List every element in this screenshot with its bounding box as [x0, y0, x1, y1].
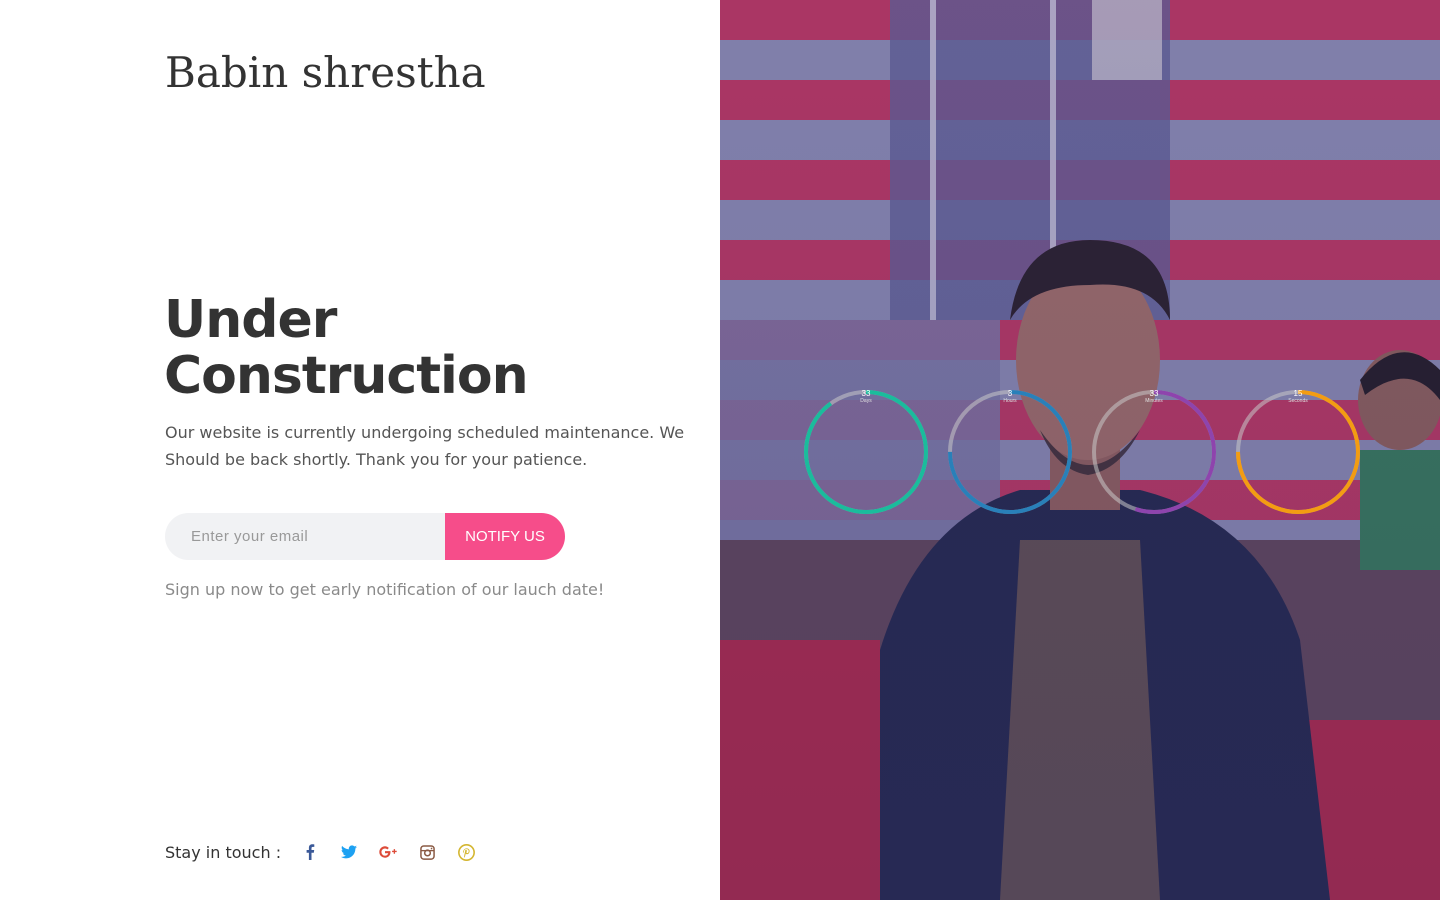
- social-label: Stay in touch :: [165, 842, 282, 862]
- title-line-2: Construction: [164, 346, 529, 406]
- countdown-minutes: 33 Minutes: [1090, 388, 1218, 516]
- facebook-icon: [306, 844, 315, 860]
- instagram-icon: [419, 844, 435, 860]
- hero-photo: 33 Days 3 Hours 33 Minutes 15 Seconds: [720, 0, 1440, 900]
- countdown-days: 33 Days: [802, 388, 930, 516]
- facebook-link[interactable]: [299, 841, 321, 863]
- twitter-icon: [341, 845, 358, 859]
- instagram-link[interactable]: [416, 841, 438, 863]
- countdown-timer: 33 Days 3 Hours 33 Minutes 15 Seconds: [800, 388, 1360, 518]
- social-links: Stay in touch :: [165, 838, 494, 866]
- seconds-progress-ring: [1236, 390, 1360, 514]
- notify-button[interactable]: NOTIFY US: [445, 513, 565, 560]
- twitter-link[interactable]: [338, 841, 360, 863]
- email-input[interactable]: [165, 513, 465, 560]
- content-panel: Babin shrestha Under Construction Our we…: [0, 0, 720, 900]
- subscribe-form: NOTIFY US: [165, 513, 565, 560]
- pinterest-link[interactable]: [455, 841, 477, 863]
- seconds-value: 15: [1293, 389, 1303, 398]
- days-progress-ring: [804, 390, 928, 514]
- pinterest-icon: [457, 843, 475, 861]
- page-title: Under Construction: [164, 292, 684, 404]
- title-line-1: Under: [164, 290, 337, 350]
- maintenance-description: Our website is currently undergoing sche…: [165, 423, 685, 469]
- signup-note: Sign up now to get early notification of…: [165, 580, 605, 599]
- countdown-seconds: 15 Seconds: [1234, 388, 1362, 516]
- seconds-label: Seconds: [1288, 398, 1308, 404]
- hours-value: 3: [1007, 389, 1013, 398]
- google-plus-link[interactable]: [377, 841, 399, 863]
- google-plus-icon: [379, 846, 397, 858]
- hours-progress-ring: [948, 390, 1072, 514]
- site-logo[interactable]: Babin shrestha: [165, 48, 486, 97]
- days-value: 33: [861, 389, 871, 398]
- minutes-value: 33: [1149, 389, 1159, 398]
- hours-label: Hours: [1003, 398, 1017, 404]
- countdown-hours: 3 Hours: [946, 388, 1074, 516]
- minutes-progress-ring: [1092, 390, 1216, 514]
- minutes-label: Minutes: [1145, 398, 1163, 404]
- days-label: Days: [860, 398, 872, 404]
